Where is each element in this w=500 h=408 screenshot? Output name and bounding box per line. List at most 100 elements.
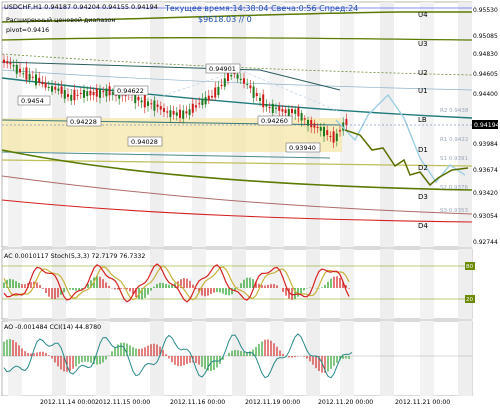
candle-body xyxy=(159,106,162,110)
candle-body xyxy=(185,111,188,114)
candle-body xyxy=(191,103,194,113)
band xyxy=(270,249,284,319)
ac-level-20: 20 xyxy=(466,297,473,303)
candle-body xyxy=(281,109,284,112)
candle-body xyxy=(227,73,229,82)
candle-body xyxy=(252,86,255,98)
y-tick: 0.95085 xyxy=(473,33,498,40)
band xyxy=(340,321,354,396)
candle-body xyxy=(3,59,5,64)
candle-body xyxy=(67,94,69,97)
candle-body xyxy=(51,86,53,92)
candle-body xyxy=(249,85,252,89)
candle-body xyxy=(259,97,261,101)
y-tick: 0.94830 xyxy=(473,51,498,58)
faint-label: S2 0.9376 xyxy=(440,185,468,191)
candle-body xyxy=(153,100,156,111)
candle-body xyxy=(310,120,313,128)
svg-text:0.94622: 0.94622 xyxy=(117,87,144,95)
trading-chart: USDCHF,H1 0.94187 0.94204 0.94155 0.9419… xyxy=(0,1,500,408)
candle-body xyxy=(246,84,249,86)
candle-body xyxy=(323,126,325,137)
level-label: D3 xyxy=(418,193,428,201)
candle-body xyxy=(150,103,153,105)
candle-body xyxy=(28,73,31,80)
candle-body xyxy=(345,118,348,126)
candle-body xyxy=(271,103,274,114)
candle-body xyxy=(22,73,25,75)
svg-text:0.9454: 0.9454 xyxy=(21,97,44,105)
band xyxy=(458,249,472,319)
candle-body xyxy=(31,76,34,78)
y-tick: 0.92744 xyxy=(473,239,498,246)
current-price-tag: 0.94194 xyxy=(472,120,500,129)
ac-header: AC 0.0010117 Stoch(5,3,3) 72.7179 76.733… xyxy=(4,253,145,260)
y-tick: 0.93420 xyxy=(473,190,498,197)
band xyxy=(380,321,394,396)
time-label: 2012.11.20 00:00 xyxy=(318,399,373,406)
band xyxy=(8,321,22,396)
candle-body xyxy=(220,84,223,87)
candle-body xyxy=(12,65,15,67)
candle-body xyxy=(239,78,242,80)
candle-body xyxy=(217,86,220,96)
candle-body xyxy=(195,105,197,108)
candle-body xyxy=(6,61,9,64)
candle-body xyxy=(291,108,293,114)
candle-body xyxy=(19,68,21,73)
candle-body xyxy=(211,95,213,98)
candle-body xyxy=(329,135,332,137)
time-label: 2012.11.15 00:00 xyxy=(95,399,150,406)
candle-body xyxy=(198,103,201,105)
candle-body xyxy=(147,101,149,106)
time-label: 2012.11.14 00:00 xyxy=(40,399,95,406)
candle-body xyxy=(179,109,181,118)
candle-body xyxy=(335,133,338,141)
candle-body xyxy=(172,110,175,115)
y-tick: 0.94605 xyxy=(473,71,498,78)
ao-header: AO -0.001484 CCI(14) 44.8780 xyxy=(4,324,101,331)
price-label-box: 0.94901 xyxy=(205,63,241,74)
subtitle: Расширенный ценовой диапазон xyxy=(6,16,116,24)
candle-body xyxy=(89,90,92,96)
candle-body xyxy=(79,92,82,95)
candle-body xyxy=(303,118,306,120)
candle-body xyxy=(41,81,44,85)
band xyxy=(306,249,320,319)
candle-body xyxy=(265,104,268,107)
price-label-box: 0.94028 xyxy=(127,136,163,147)
faint-label: R1 0.9422 xyxy=(440,137,468,143)
price-label-box: 0.9454 xyxy=(17,95,51,106)
level-label: U1 xyxy=(418,87,428,95)
level-label: LB xyxy=(418,116,427,124)
price-label-box: 0.93940 xyxy=(285,142,321,153)
candle-body xyxy=(339,130,341,132)
band xyxy=(232,321,246,396)
candle-body xyxy=(300,112,303,121)
candle-body xyxy=(25,67,28,80)
y-tick: 0.93984 xyxy=(473,141,498,148)
ac-level-80: 80 xyxy=(466,264,473,270)
svg-text:0.94228: 0.94228 xyxy=(70,118,97,126)
candle-body xyxy=(92,92,95,96)
candle-body xyxy=(9,62,12,65)
candle-body xyxy=(223,78,226,87)
time-label: 2012.11.21 00:00 xyxy=(395,399,450,406)
candle-body xyxy=(214,87,217,98)
candle-body xyxy=(169,110,172,118)
time-label: 2012.11.16 00:00 xyxy=(170,399,225,406)
candle-body xyxy=(54,86,57,90)
price-label-box: 0.94622 xyxy=(113,85,149,96)
candle-body xyxy=(143,94,146,108)
faint-label: R2 0.9438 xyxy=(440,108,469,114)
candle-body xyxy=(332,131,335,143)
candle-body xyxy=(73,89,76,101)
band xyxy=(420,249,434,319)
candle-body xyxy=(63,90,66,99)
band xyxy=(150,321,164,396)
candle-body xyxy=(44,82,47,88)
candle-body xyxy=(294,109,297,114)
band xyxy=(340,249,354,319)
band xyxy=(380,249,394,319)
candle-body xyxy=(201,99,204,105)
